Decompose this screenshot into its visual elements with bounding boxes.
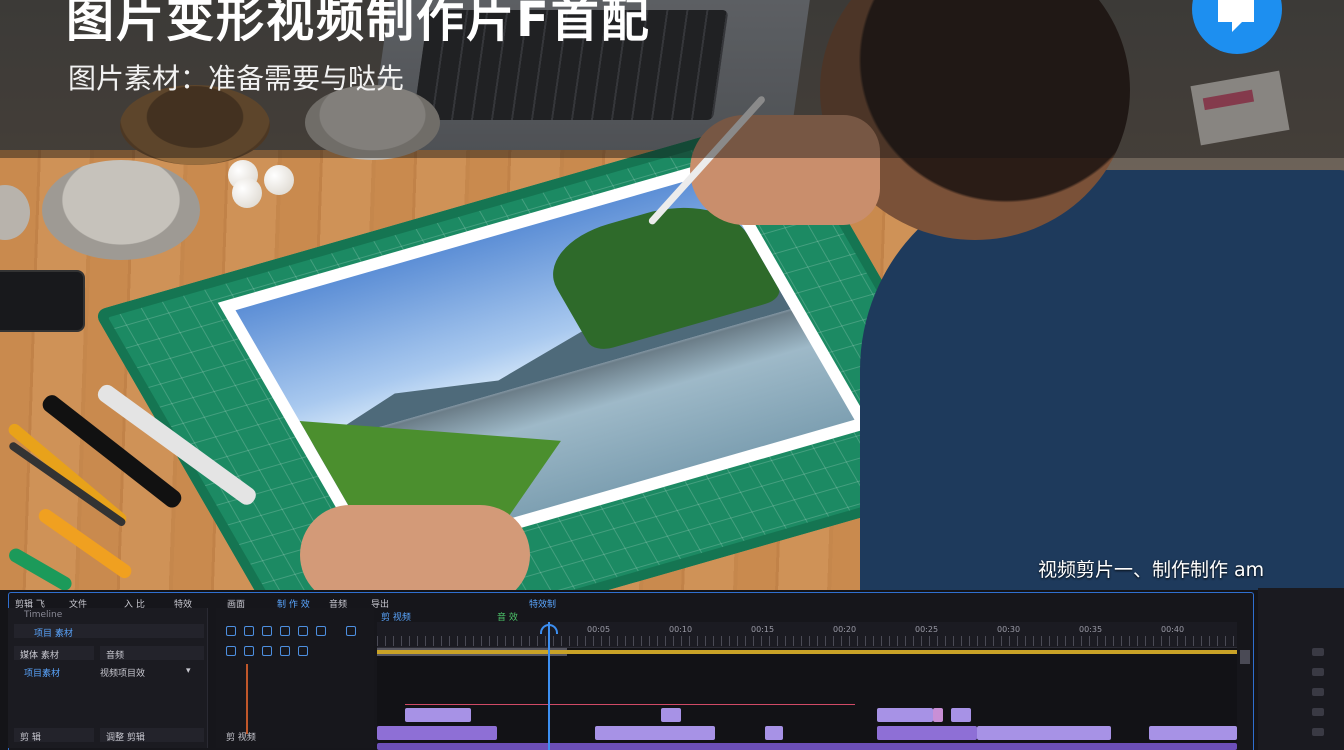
tick-label: 00:15 (751, 625, 775, 634)
chevron-down-icon[interactable]: ▾ (186, 666, 191, 676)
tick-label: 00:20 (833, 625, 857, 634)
side-toolbar (1258, 588, 1344, 750)
video-title: 图片变形视频制作片F首配 (66, 0, 651, 48)
redo-icon[interactable] (280, 626, 290, 636)
clip-tab[interactable]: 剪 辑 (14, 728, 94, 743)
crop-icon[interactable] (346, 626, 356, 636)
hand-tool-icon[interactable] (298, 626, 308, 636)
person-hand (300, 505, 530, 590)
select-tool-icon[interactable] (226, 626, 236, 636)
audio-level-line (405, 704, 855, 705)
video-subtitle: 图片素材：准备需要与哒先 (68, 62, 405, 95)
video-preview: 图片变形视频制作片F首配 图片素材：准备需要与哒先 视频剪片一、制作制作 am (0, 0, 1344, 590)
video-clip[interactable] (1149, 726, 1237, 740)
audio-clip[interactable] (377, 743, 1237, 750)
ripple-icon[interactable] (298, 646, 308, 656)
zoom-icon[interactable] (280, 646, 290, 656)
tick-label: 00:05 (587, 625, 611, 634)
video-clip[interactable] (877, 726, 977, 740)
project-media-item[interactable]: 项目素材 (24, 666, 60, 679)
side-tool-button[interactable] (1312, 708, 1324, 716)
tick-label: 00:35 (1079, 625, 1103, 634)
work-area-bar[interactable] (377, 650, 1237, 654)
video-clip[interactable] (595, 726, 715, 740)
video-clip[interactable] (977, 726, 1111, 740)
media-tab-label: 媒体 素材 (20, 651, 59, 661)
tick-label: 00:40 (1161, 625, 1185, 634)
video-clip[interactable] (933, 708, 943, 722)
bowl (42, 160, 200, 260)
project-panel: Timeline 项目 素材 媒体 素材 音频 项目素材 视频项目效 ▾ 剪 辑… (8, 608, 208, 748)
side-tool-button[interactable] (1312, 688, 1324, 696)
video-clip[interactable] (951, 708, 971, 722)
side-tool-button[interactable] (1312, 668, 1324, 676)
project-item-row[interactable]: 项目 素材 (14, 624, 204, 639)
video-clip[interactable] (377, 726, 497, 740)
video-clip[interactable] (877, 708, 933, 722)
audio-tab-label: 音频 (106, 651, 125, 661)
time-ruler[interactable]: 00:05 00:10 00:15 00:20 00:25 00:30 00:3… (377, 622, 1237, 648)
panel-title: 特效制 (529, 600, 557, 610)
marker-icon[interactable] (262, 646, 272, 656)
media-tab[interactable]: 媒体 素材 (14, 646, 94, 661)
tick-label: 00:25 (915, 625, 939, 634)
tick-label: 00:30 (997, 625, 1021, 634)
project-video-item[interactable]: 视频项目效 (100, 666, 145, 679)
video-caption: 视频剪片一、制作制作 am (1038, 559, 1265, 581)
ruler-ticks (377, 636, 1237, 646)
timeline[interactable]: 剪 视频 音 效 00:05 00:10 00:15 00:20 00:25 0… (377, 613, 1237, 750)
track-marker (246, 664, 248, 734)
playhead[interactable] (548, 622, 550, 750)
smartphone (0, 270, 85, 332)
white-ball (232, 178, 262, 208)
video-clip[interactable] (765, 726, 783, 740)
scroll-down-button[interactable] (1240, 650, 1250, 664)
video-clip[interactable] (661, 708, 681, 722)
link-icon[interactable] (244, 646, 254, 656)
tool-panel: 剪 视频 (216, 608, 374, 748)
adjust-tab[interactable]: 调整 剪辑 (100, 728, 204, 743)
panel-header: Timeline (24, 610, 63, 620)
tick-label: 00:10 (669, 625, 693, 634)
video-editor: 剪辑 飞 文件 入 比 特效 画面 制 作 效 音频 导出 特效制 Timeli… (0, 590, 1344, 750)
side-tool-button[interactable] (1312, 728, 1324, 736)
audio-tab[interactable]: 音频 (100, 646, 204, 661)
clip-tab-label: 剪 辑 (20, 733, 41, 743)
video-clip[interactable] (405, 708, 471, 722)
white-ball (264, 165, 294, 195)
project-item-label: 项目 素材 (34, 629, 73, 639)
text-tool-icon[interactable] (316, 626, 326, 636)
track-label: 剪 视频 (226, 733, 256, 743)
side-tool-button[interactable] (1312, 648, 1324, 656)
snap-icon[interactable] (226, 646, 236, 656)
adjust-tab-label: 调整 剪辑 (106, 733, 145, 743)
undo-icon[interactable] (262, 626, 272, 636)
razor-tool-icon[interactable] (244, 626, 254, 636)
